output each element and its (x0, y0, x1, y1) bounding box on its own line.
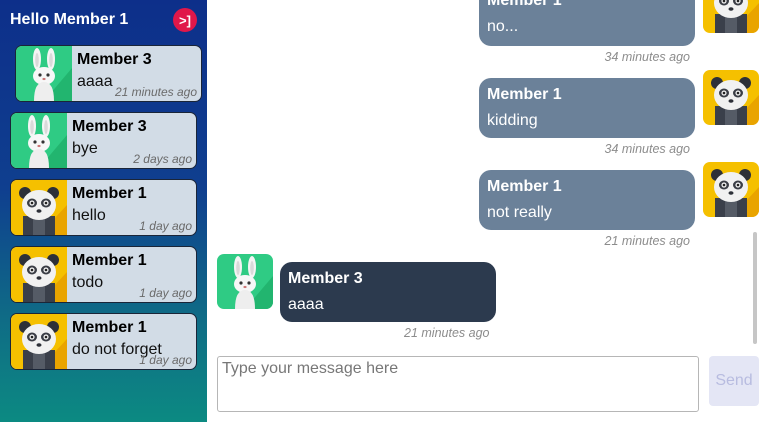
conversation-time: 2 days ago (133, 152, 192, 166)
conversation-name: Member 1 (72, 319, 147, 336)
message-sender: Member 1 (487, 178, 562, 195)
message-sender: Member 1 (487, 86, 562, 103)
panda-icon (703, 70, 759, 125)
conversation-last-message: hello (72, 207, 106, 224)
sidebar-greeting: Hello Member 1 (10, 11, 129, 28)
bunny-icon (16, 46, 72, 101)
collapse-sidebar-button[interactable]: >] (173, 8, 197, 32)
panda-icon (11, 314, 67, 369)
conversation-item[interactable]: Member 3 bye 2 days ago (10, 112, 197, 169)
panda-icon (11, 180, 67, 235)
chat-scrollbar[interactable] (753, 232, 757, 344)
conversation-name: Member 1 (72, 252, 147, 269)
bunny-icon (11, 113, 67, 168)
panda-icon (703, 162, 759, 217)
message-bubble: Member 3 aaaa (280, 262, 496, 322)
conversation-time: 1 day ago (139, 353, 192, 367)
conversation-item[interactable]: Member 1 todo 1 day ago (10, 246, 197, 303)
conversation-last-message: todo (72, 274, 104, 291)
panda-icon (11, 247, 67, 302)
conversation-last-message: aaaa (77, 73, 113, 90)
message-time: 34 minutes ago (604, 142, 690, 156)
message-text: not really (487, 204, 552, 221)
conversation-time: 21 minutes ago (114, 85, 197, 99)
message-list[interactable]: Member 1 no... 34 minutes ago Member 1 k… (207, 0, 768, 350)
message-bubble: Member 1 no... (479, 0, 695, 46)
send-button[interactable]: Send (709, 356, 759, 406)
conversation-name: Member 3 (77, 51, 152, 68)
message-time: 21 minutes ago (604, 234, 690, 248)
message-time: 21 minutes ago (404, 326, 490, 340)
message-text: kidding (487, 112, 538, 129)
panda-icon (703, 0, 759, 33)
conversation-name: Member 1 (72, 185, 147, 202)
message-text: aaaa (288, 296, 324, 313)
message-sender: Member 1 (487, 0, 562, 9)
message-text: no... (487, 18, 519, 35)
message-sender: Member 3 (288, 270, 363, 287)
conversation-name: Member 3 (72, 118, 147, 135)
conversation-item[interactable]: Member 1 do not forget 1 day ago (10, 313, 197, 370)
conversation-time: 1 day ago (139, 219, 192, 233)
conversation-item[interactable]: Member 3 aaaa 21 minutes ago (15, 45, 202, 102)
conversation-item[interactable]: Member 1 hello 1 day ago (10, 179, 197, 236)
conversation-time: 1 day ago (139, 286, 192, 300)
message-input[interactable] (217, 356, 699, 412)
message-time: 34 minutes ago (604, 50, 690, 64)
sidebar: Hello Member 1 >] Member 3 aaaa 21 minut… (0, 0, 207, 422)
message-bubble: Member 1 not really (479, 170, 695, 230)
bunny-icon (217, 254, 273, 309)
message-bubble: Member 1 kidding (479, 78, 695, 138)
conversation-last-message: bye (72, 140, 98, 157)
